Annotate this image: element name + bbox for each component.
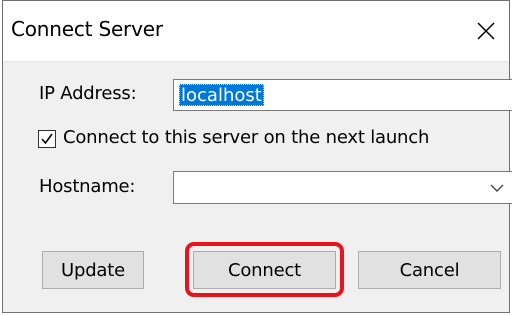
- close-button[interactable]: [463, 1, 509, 61]
- ip-address-label: IP Address:: [39, 83, 137, 104]
- ip-address-input[interactable]: localhost: [173, 79, 512, 111]
- connect-button-highlight: [185, 242, 344, 297]
- ip-address-value: localhost: [179, 84, 264, 106]
- update-button[interactable]: Update: [42, 251, 144, 289]
- hostname-combobox[interactable]: [173, 171, 512, 204]
- checkmark-icon: [41, 133, 53, 145]
- cancel-button[interactable]: Cancel: [358, 251, 501, 289]
- connect-on-launch-checkbox[interactable]: [38, 130, 56, 148]
- close-icon: [477, 22, 495, 40]
- hostname-label: Hostname:: [39, 176, 136, 197]
- chevron-down-icon[interactable]: [490, 183, 504, 193]
- dialog-title: Connect Server: [11, 17, 163, 41]
- title-bar: Connect Server: [3, 1, 509, 62]
- connect-server-dialog: Connect Server IP Address: localhost Con…: [2, 0, 512, 313]
- connect-on-launch-label: Connect to this server on the next launc…: [63, 127, 430, 148]
